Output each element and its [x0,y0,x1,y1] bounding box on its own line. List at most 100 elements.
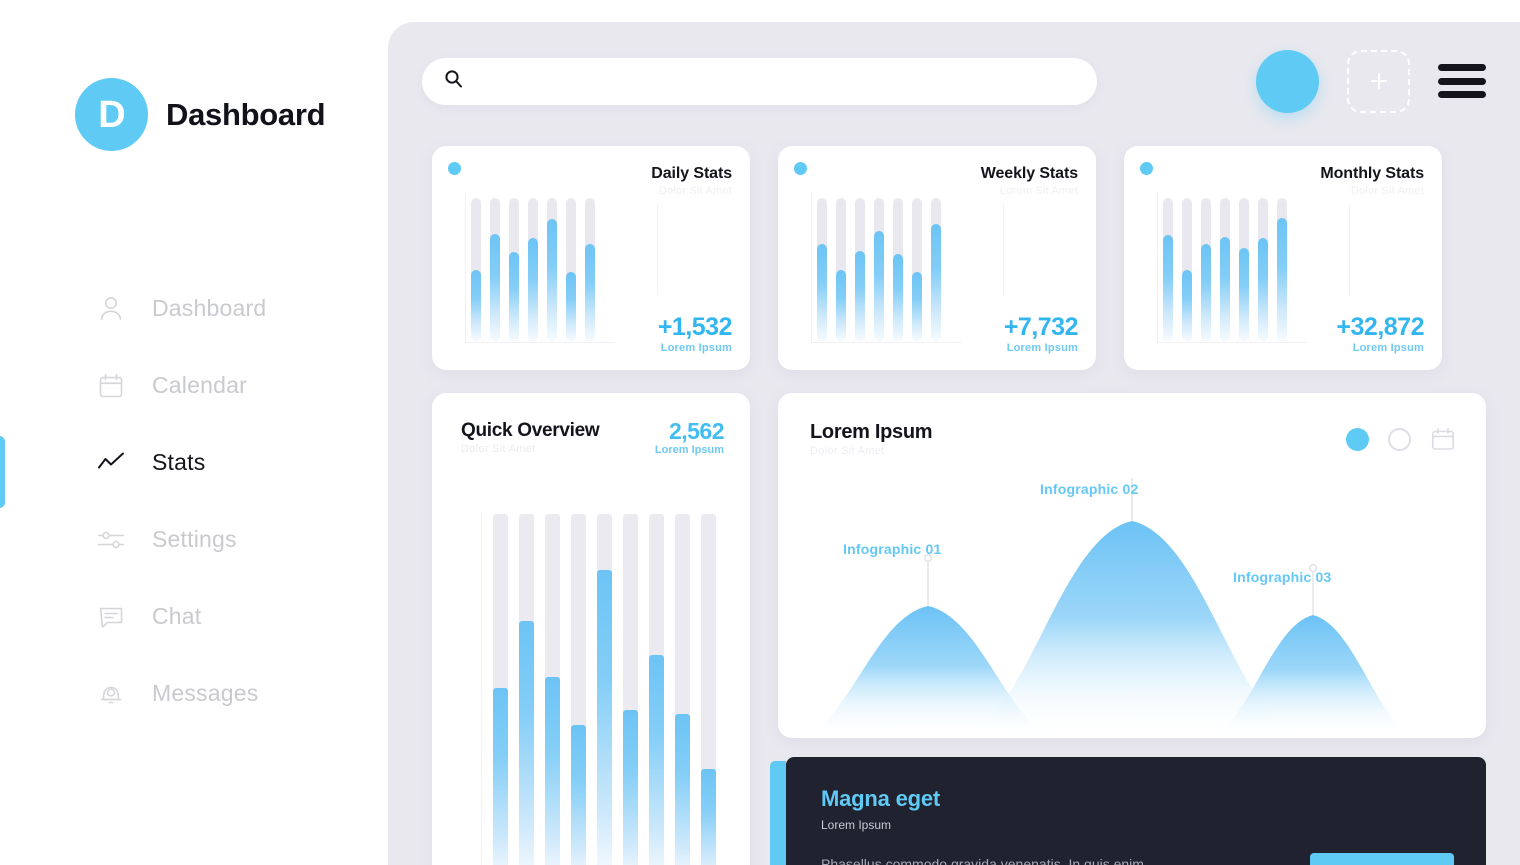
bar-fill [912,272,922,341]
banner-cta-button[interactable] [1310,853,1454,865]
search-input[interactable] [477,72,1075,90]
bar-fill [1239,248,1249,341]
bar-fill [675,713,690,865]
bar-track [519,514,534,865]
infographic-header: Lorem Ipsum Dolor Sit Amet [810,421,933,457]
bar-fill [528,238,538,341]
stat-card-caption: Lorem Ipsum [1352,342,1424,354]
promo-banner: Magna eget Lorem Ipsum Phasellus commodo… [770,757,1486,865]
quick-overview-subtitle: Dolor Sit Amet [461,443,536,455]
sidebar-item-label: Stats [152,449,206,475]
add-button[interactable] [1347,49,1410,113]
bar-track [817,198,827,341]
bar-track [471,198,481,341]
status-dot [794,162,807,175]
bar-track [528,198,538,341]
sidebar-item-label: Chat [152,603,202,629]
quick-overview-title: Quick Overview [461,420,600,441]
sidebar-item-label: Messages [152,680,259,706]
sidebar-item-chat[interactable]: Chat [0,578,388,655]
bar-track [566,198,576,341]
view-toggle-filled[interactable] [1346,427,1369,451]
banner-title: Magna eget [821,786,941,811]
stat-card-metric: +1,532 Lorem Ipsum [658,313,733,354]
bar-track [509,198,519,341]
banner-subtitle: Lorem Ipsum [821,818,892,832]
calendar-icon[interactable] [1430,426,1456,452]
divider [1003,204,1004,294]
bar-track [1277,198,1287,341]
banner-accent-bar [770,761,786,865]
quick-overview-chart [481,514,726,865]
sidebar-nav: Dashboard Calendar Stats Settings Chat M… [0,270,388,732]
calendar-icon [96,371,126,401]
hamburger-menu-icon[interactable] [1438,61,1486,101]
avatar[interactable] [1256,49,1319,113]
stat-card-subtitle: Dolor Sit Amet [658,185,732,197]
bar-track [493,514,508,865]
bar-track [585,198,595,341]
user-icon [96,294,126,324]
search-bar[interactable] [422,57,1097,105]
bar-fill [1220,236,1230,341]
bar-fill [490,233,500,341]
sidebar-item-calendar[interactable]: Calendar [0,347,388,424]
bar-fill [519,621,534,865]
bar-track [623,514,638,865]
topbar [422,49,1486,113]
bar-track [675,514,690,865]
quick-overview-caption: Lorem Ipsum [654,444,724,457]
stat-card-metric: +32,872 Lorem Ipsum [1336,313,1424,354]
main-panel: Daily Stats Dolor Sit Amet +1,532 Lorem … [388,22,1520,865]
sidebar-item-dashboard[interactable]: Dashboard [0,270,388,347]
sidebar-item-label: Calendar [152,372,247,398]
stat-card-daily[interactable]: Daily Stats Dolor Sit Amet +1,532 Lorem … [432,146,750,370]
stat-card-subtitle: Dolor Sit Amet [1350,185,1424,197]
infographic-card[interactable]: Lorem Ipsum Dolor Sit Amet Infographic 0… [778,393,1486,738]
bar-track [649,514,664,865]
status-dot [1140,162,1153,175]
bar-track [597,514,612,865]
bar-fill [1201,243,1211,341]
bar-fill [509,252,519,341]
bar-fill [571,724,586,865]
quick-overview-header: Quick Overview Dolor Sit Amet [461,420,600,455]
bar-track [1220,198,1230,341]
bar-track [836,198,846,341]
bar-track [571,514,586,865]
bar-track [1201,198,1211,341]
infographic-controls [1346,426,1456,452]
bar-track [547,198,557,341]
bar-track [490,198,500,341]
bar-fill [855,250,865,341]
bar-track [931,198,941,341]
view-toggle-outline[interactable] [1388,427,1411,451]
line-chart-icon [96,448,126,478]
stat-card-metric: +7,732 Lorem Ipsum [1003,312,1079,354]
divider [657,204,658,294]
bar-fill [1258,238,1268,341]
stat-card-title: Monthly Stats [1320,165,1424,182]
dashboard-app: D Dashboard Dashboard Calendar Stats Set… [0,0,1520,865]
bar-fill [493,687,508,865]
stat-card-caption: Lorem Ipsum [660,342,732,354]
infographic-label-02: Infographic 02 [1040,481,1139,497]
quick-overview-card[interactable]: Quick Overview Dolor Sit Amet 2,562 Lore… [432,393,750,865]
bell-icon [96,679,126,709]
status-dot [448,162,461,175]
infographic-label-03: Infographic 03 [1233,569,1332,585]
bar-fill [597,569,612,865]
bar-track [545,514,560,865]
sidebar-item-stats[interactable]: Stats [0,424,388,508]
bar-fill [1182,269,1192,341]
bar-track [1182,198,1192,341]
stat-card-weekly[interactable]: Weekly Stats Lorem Sit Amet +7,732 Lorem… [778,146,1096,370]
sidebar-item-messages[interactable]: Messages [0,655,388,732]
stat-card-monthly[interactable]: Monthly Stats Dolor Sit Amet +32,872 Lor… [1124,146,1442,370]
stat-card-value: +7,732 [1003,312,1079,341]
bar-fill [623,710,638,865]
sliders-icon [96,525,126,555]
bar-track [1163,198,1173,341]
sidebar-item-settings[interactable]: Settings [0,501,388,578]
chat-bubble-icon [96,602,126,632]
